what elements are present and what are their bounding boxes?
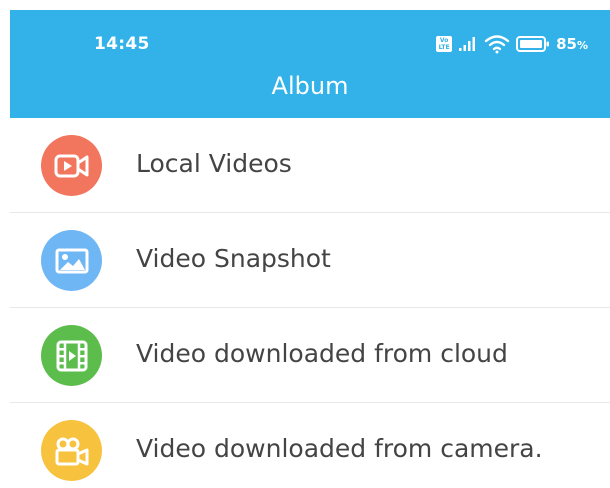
menu-item-camera-downloads[interactable]: Video downloaded from camera. <box>10 403 610 488</box>
status-icons: Vo LTE 85% <box>436 33 588 55</box>
video-snapshot-icon-circle <box>41 230 102 291</box>
movie-camera-icon <box>55 437 88 465</box>
battery-unit: % <box>576 39 588 52</box>
status-bar: 14:45 Vo LTE 85% <box>10 10 610 72</box>
video-camera-icon <box>54 154 88 177</box>
menu-item-label: Video Snapshot <box>136 244 331 273</box>
volte-top-text: Vo <box>439 37 449 44</box>
status-time: 14:45 <box>94 34 150 54</box>
menu-item-label: Local Videos <box>136 149 292 178</box>
menu-item-cloud-downloads[interactable]: Video downloaded from cloud <box>10 308 610 403</box>
image-icon <box>55 248 88 273</box>
signal-icon <box>459 37 476 51</box>
battery-icon <box>516 36 550 52</box>
album-menu-list: Local Videos Video Snapshot Video downlo… <box>10 118 610 488</box>
battery-value: 85 <box>556 35 577 53</box>
app-header: 14:45 Vo LTE 85% Album <box>10 10 610 118</box>
volte-bottom-text: LTE <box>438 44 450 51</box>
film-strip-icon <box>56 340 87 371</box>
volte-icon: Vo LTE <box>436 36 453 52</box>
menu-item-label: Video downloaded from cloud <box>136 339 508 368</box>
wifi-icon <box>484 35 510 54</box>
menu-item-video-snapshot[interactable]: Video Snapshot <box>10 213 610 308</box>
camera-downloads-icon-circle <box>41 420 102 481</box>
cloud-downloads-icon-circle <box>41 325 102 386</box>
menu-item-label: Video downloaded from camera. <box>136 434 543 463</box>
battery-percentage: 85% <box>556 35 588 53</box>
local-videos-icon-circle <box>41 135 102 196</box>
page-title: Album <box>271 72 349 100</box>
album-screen: 14:45 Vo LTE 85% Album Local Videos Vide… <box>0 0 610 488</box>
menu-item-local-videos[interactable]: Local Videos <box>10 118 610 213</box>
